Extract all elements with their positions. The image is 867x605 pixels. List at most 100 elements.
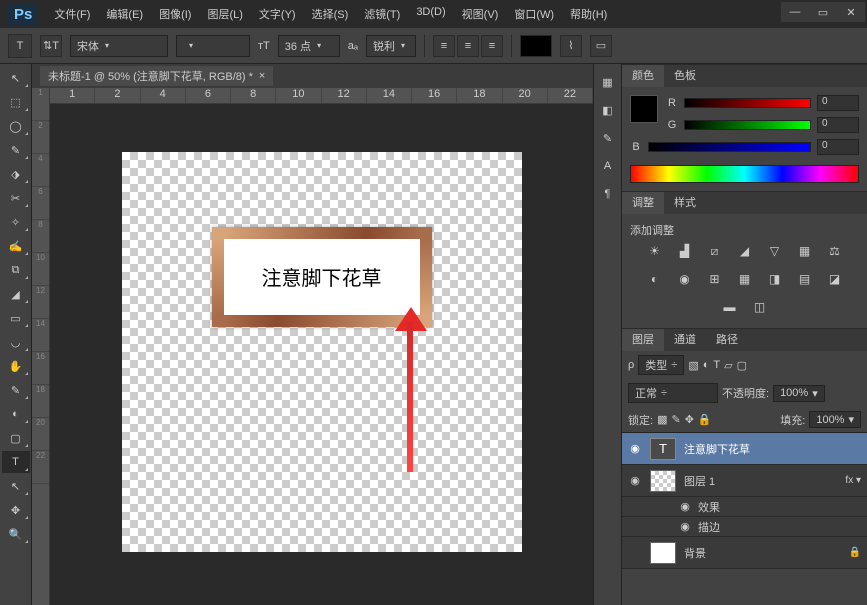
tab-swatches[interactable]: 色板 [664,65,706,87]
foreground-color-swatch[interactable] [630,95,658,123]
color-slider[interactable] [684,120,811,130]
hue-sat-icon[interactable]: ▦ [795,242,815,260]
tool-4[interactable]: ⬗ [2,163,30,185]
menu-item[interactable]: 窗口(W) [508,4,560,24]
brush-panel-icon[interactable]: ✎ [596,126,620,150]
lock-pixels-icon[interactable]: ✎ [671,413,680,426]
layer-effect-item[interactable]: ◉描边 [622,517,867,537]
close-tab-icon[interactable]: × [259,70,265,82]
tab-styles[interactable]: 样式 [664,192,706,214]
layer-filter-kind[interactable]: 类型÷ [638,355,684,375]
color-slider[interactable] [648,142,811,152]
color-spectrum[interactable] [630,165,859,183]
tool-1[interactable]: ⬚ [2,91,30,113]
warp-text-button[interactable]: ⌇ [560,35,582,57]
align-right-button[interactable]: ≡ [481,35,503,57]
filter-pixel-icon[interactable]: ▧ [688,359,698,372]
menu-item[interactable]: 滤镜(T) [358,4,406,24]
lookup-icon[interactable]: ▦ [735,270,755,288]
invert-icon[interactable]: ◨ [765,270,785,288]
color-value-input[interactable]: 0 [817,139,859,155]
channel-mixer-icon[interactable]: ⊞ [705,270,725,288]
tool-13[interactable]: ✎ [2,379,30,401]
lock-position-icon[interactable]: ✥ [685,413,694,426]
tool-2[interactable]: ◯ [2,115,30,137]
tool-18[interactable]: ✥ [2,499,30,521]
align-center-button[interactable]: ≡ [457,35,479,57]
tool-19[interactable]: 🔍 [2,523,30,545]
tool-0[interactable]: ↖ [2,67,30,89]
visibility-toggle[interactable]: ◉ [628,442,642,455]
gradient-map-icon[interactable]: ▬ [720,298,740,316]
color-balance-icon[interactable]: ⚖ [825,242,845,260]
layer-row[interactable]: ◉图层 1fx ▾ [622,465,867,497]
menu-item[interactable]: 选择(S) [306,4,355,24]
menu-item[interactable]: 图层(L) [201,4,248,24]
tool-12[interactable]: ✋ [2,355,30,377]
vibrance-icon[interactable]: ▽ [765,242,785,260]
text-orientation-toggle[interactable]: ⇅T [40,35,62,57]
tool-7[interactable]: ✍ [2,235,30,257]
canvas-area[interactable]: 1246810121416182022 注意脚下花草 [50,88,593,605]
menu-item[interactable]: 视图(V) [456,4,505,24]
tool-8[interactable]: ⧉ [2,259,30,281]
document-tab[interactable]: 未标题-1 @ 50% (注意脚下花草, RGB/8) * × [40,66,273,86]
selective-color-icon[interactable]: ◫ [750,298,770,316]
filter-smart-icon[interactable]: ▢ [737,359,747,372]
character-panel-button[interactable]: ▭ [590,35,612,57]
tool-14[interactable]: ◐ [2,403,30,425]
font-style-dropdown[interactable]: ▾ [176,35,250,57]
minimize-button[interactable]: — [781,2,809,22]
visibility-toggle[interactable]: ◉ [678,500,692,513]
filter-type-icon[interactable]: T [713,359,720,371]
blend-mode-dropdown[interactable]: 正常÷ [628,383,718,403]
menu-item[interactable]: 编辑(E) [100,4,149,24]
menu-item[interactable]: 文字(Y) [253,4,302,24]
antialias-dropdown[interactable]: 锐利▾ [366,35,416,57]
opacity-input[interactable]: 100%▾ [773,385,825,402]
history-panel-icon[interactable]: ▦ [596,70,620,94]
tool-17[interactable]: ↖ [2,475,30,497]
posterize-icon[interactable]: ▤ [795,270,815,288]
menu-item[interactable]: 文件(F) [48,4,96,24]
tab-color[interactable]: 颜色 [622,65,664,87]
tab-paths[interactable]: 路径 [706,329,748,351]
lock-all-icon[interactable]: 🔒 [698,413,712,426]
tab-adjustments[interactable]: 调整 [622,192,664,214]
tool-9[interactable]: ◢ [2,283,30,305]
layer-row[interactable]: ◉T注意脚下花草 [622,433,867,465]
tab-layers[interactable]: 图层 [622,329,664,351]
menu-item[interactable]: 帮助(H) [564,4,613,24]
visibility-toggle[interactable]: ◉ [678,520,692,533]
font-family-dropdown[interactable]: 宋体▾ [70,35,168,57]
curves-icon[interactable]: ⧄ [705,242,725,260]
tool-15[interactable]: ▢ [2,427,30,449]
bw-icon[interactable]: ◐ [645,270,665,288]
tool-6[interactable]: ✧ [2,211,30,233]
fill-input[interactable]: 100%▾ [809,411,861,428]
tool-11[interactable]: ◡ [2,331,30,353]
paragraph-panel-icon[interactable]: ¶ [596,182,620,206]
tool-10[interactable]: ▭ [2,307,30,329]
close-button[interactable]: ✕ [837,2,865,22]
color-value-input[interactable]: 0 [817,95,859,111]
tool-preset[interactable]: T [8,34,32,58]
tab-channels[interactable]: 通道 [664,329,706,351]
filter-shape-icon[interactable]: ▱ [724,359,732,372]
levels-icon[interactable]: ▟ [675,242,695,260]
layer-effects-row[interactable]: ◉效果 [622,497,867,517]
color-slider[interactable] [684,98,811,108]
photo-filter-icon[interactable]: ◉ [675,270,695,288]
filter-adjust-icon[interactable]: ◐ [703,359,710,371]
font-size-dropdown[interactable]: 36 点▾ [278,35,340,57]
text-color-swatch[interactable] [520,35,552,57]
tool-16[interactable]: T [2,451,30,473]
fx-badge[interactable]: fx ▾ [845,475,861,486]
menu-item[interactable]: 3D(D) [410,4,451,24]
canvas[interactable]: 注意脚下花草 [122,152,522,552]
character-panel-icon[interactable]: A [596,154,620,178]
maximize-button[interactable]: ▭ [809,2,837,22]
visibility-toggle[interactable]: ◉ [628,474,642,487]
menu-item[interactable]: 图像(I) [153,4,197,24]
layer-row[interactable]: 背景🔒 [622,537,867,569]
